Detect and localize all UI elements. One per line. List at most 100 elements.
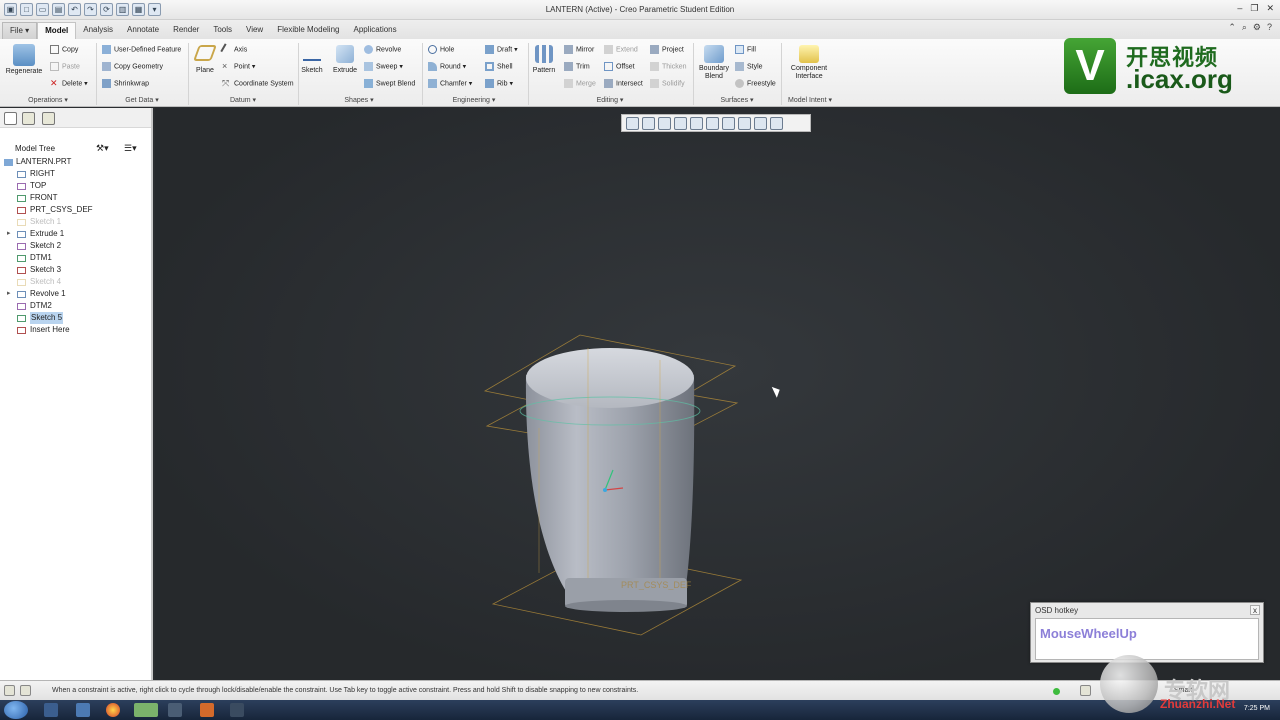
component-interface-button[interactable]: Component Interface (786, 45, 832, 81)
delete-button[interactable]: ✕ Delete ▾ (50, 79, 88, 88)
taskbar-window-icon[interactable] (230, 703, 244, 717)
get-data-group-label[interactable]: Get Data ▾ (96, 96, 188, 107)
tree-item[interactable]: TOP (0, 180, 151, 192)
paste-button[interactable]: Paste (50, 62, 80, 71)
pattern-button[interactable]: Pattern (530, 45, 558, 74)
fill-button[interactable]: Fill (735, 45, 756, 54)
model-intent-group-label[interactable]: Model Intent ▾ (781, 96, 839, 107)
show-navigator-icon[interactable] (4, 685, 15, 696)
tree-item[interactable]: FRONT (0, 192, 151, 204)
mirror-button[interactable]: Mirror (564, 45, 594, 54)
coordinate-system-button[interactable]: ⤧ Coordinate System (222, 79, 294, 88)
tree-item[interactable]: Sketch 1 (0, 216, 151, 228)
extend-button[interactable]: Extend (604, 45, 638, 54)
tree-item[interactable]: Sketch 3 (0, 264, 151, 276)
swept-blend-button[interactable]: Swept Blend (364, 79, 415, 88)
freestyle-icon (735, 79, 744, 88)
tree-item[interactable]: DTM1 (0, 252, 151, 264)
tree-settings-icon[interactable]: ⚒▾ (96, 143, 109, 154)
taskbar-creo-icon[interactable] (134, 703, 158, 717)
tab-tools[interactable]: Tools (206, 22, 239, 39)
tree-item[interactable]: ▸ Extrude 1 (0, 228, 151, 240)
close-icon[interactable]: ✕ (1266, 3, 1274, 14)
graphics-viewport[interactable]: PRT_CSYS_DEF (155, 108, 1280, 680)
project-button[interactable]: Project (650, 45, 684, 54)
tree-item[interactable]: Sketch 2 (0, 240, 151, 252)
solidify-button[interactable]: Solidify (650, 79, 685, 88)
offset-button[interactable]: Offset (604, 62, 635, 71)
hole-button[interactable]: Hole (428, 45, 454, 54)
trim-button[interactable]: Trim (564, 62, 590, 71)
tree-item[interactable]: Sketch 5 (0, 312, 151, 324)
axis-button[interactable]: Axis (220, 43, 247, 56)
shrinkwrap-button[interactable]: Shrinkwrap (102, 79, 149, 88)
editing-group-label[interactable]: Editing ▾ (528, 96, 692, 107)
taskbar-folder-icon[interactable] (76, 703, 90, 717)
model-tree-tab-icon[interactable] (4, 112, 17, 125)
udf-button[interactable]: User-Defined Feature (102, 45, 181, 54)
extrude-button[interactable]: Extrude (330, 45, 360, 74)
tab-model[interactable]: Model (37, 22, 77, 39)
folder-browser-icon[interactable] (22, 112, 35, 125)
operations-group-label[interactable]: Operations ▾ (0, 96, 96, 107)
osd-close-button[interactable]: x (1250, 605, 1260, 615)
merge-button[interactable]: Merge (564, 79, 596, 88)
tree-item[interactable]: ▸ Revolve 1 (0, 288, 151, 300)
maximize-icon[interactable]: ❐ (1250, 3, 1258, 14)
tab-view[interactable]: View (239, 22, 270, 39)
intersect-button[interactable]: Intersect (604, 79, 643, 88)
rib-button[interactable]: Rib ▾ (485, 79, 513, 88)
taskbar-chrome-icon[interactable] (106, 703, 120, 717)
show-browser-icon[interactable] (20, 685, 31, 696)
sweep-button[interactable]: Sweep ▾ (364, 62, 403, 71)
copy-geometry-button[interactable]: Copy Geometry (102, 62, 163, 71)
tree-item[interactable]: LANTERN.PRT (0, 156, 151, 168)
tree-item[interactable]: DTM2 (0, 300, 151, 312)
copy-button[interactable]: Copy (50, 45, 78, 54)
tree-item-label: RIGHT (30, 169, 55, 178)
boundary-blend-button[interactable]: Boundary Blend (696, 45, 732, 81)
point-button[interactable]: × Point ▾ (222, 62, 255, 71)
tree-item[interactable]: Sketch 4 (0, 276, 151, 288)
tab-applications[interactable]: Applications (346, 22, 403, 39)
thicken-button[interactable]: Thicken (650, 62, 687, 71)
expand-toggle-icon[interactable]: ▸ (7, 228, 11, 240)
plane-button[interactable]: Plane (192, 45, 218, 74)
chamfer-button[interactable]: Chamfer ▾ (428, 79, 472, 88)
help-icon[interactable]: ? (1267, 22, 1272, 33)
collapse-ribbon-icon[interactable]: ⌃ (1228, 22, 1236, 33)
taskbar-explorer-icon[interactable] (44, 703, 58, 717)
taskbar-recorder-icon[interactable] (200, 703, 214, 717)
tab-annotate[interactable]: Annotate (120, 22, 166, 39)
tree-item-label: LANTERN.PRT (16, 157, 72, 166)
settings-icon[interactable]: ⚙ (1253, 22, 1261, 33)
tree-filters-icon[interactable]: ☰▾ (124, 143, 137, 154)
tree-item[interactable]: Insert Here (0, 324, 151, 336)
tab-flexible-modeling[interactable]: Flexible Modeling (270, 22, 346, 39)
draft-button[interactable]: Draft ▾ (485, 45, 518, 54)
select-filter-icon[interactable] (1080, 685, 1091, 696)
engineering-group-label[interactable]: Engineering ▾ (422, 96, 526, 107)
expand-toggle-icon[interactable]: ▸ (7, 288, 11, 300)
regenerate-button[interactable]: Regenerate (4, 44, 44, 75)
search-icon[interactable]: ⌕ (1242, 22, 1247, 33)
shapes-group-label[interactable]: Shapes ▾ (298, 96, 420, 107)
style-button[interactable]: Style (735, 62, 763, 71)
tab-file[interactable]: File ▾ (2, 22, 38, 39)
shell-button[interactable]: Shell (485, 62, 513, 71)
revolve-button[interactable]: Revolve (364, 45, 401, 54)
surfaces-group-label[interactable]: Surfaces ▾ (694, 96, 780, 107)
tab-render[interactable]: Render (166, 22, 206, 39)
sketch-button[interactable]: Sketch (300, 45, 324, 74)
datum-group-label[interactable]: Datum ▾ (188, 96, 298, 107)
tree-item-label: Extrude 1 (30, 229, 65, 238)
tree-item[interactable]: RIGHT (0, 168, 151, 180)
freestyle-button[interactable]: Freestyle (735, 79, 776, 88)
start-button[interactable] (4, 701, 28, 719)
favorites-icon[interactable] (42, 112, 55, 125)
tree-item[interactable]: PRT_CSYS_DEF (0, 204, 151, 216)
taskbar-app-icon[interactable] (168, 703, 182, 717)
tab-analysis[interactable]: Analysis (76, 22, 120, 39)
round-button[interactable]: Round ▾ (428, 62, 466, 71)
minimize-icon[interactable]: ‒ (1237, 3, 1242, 14)
